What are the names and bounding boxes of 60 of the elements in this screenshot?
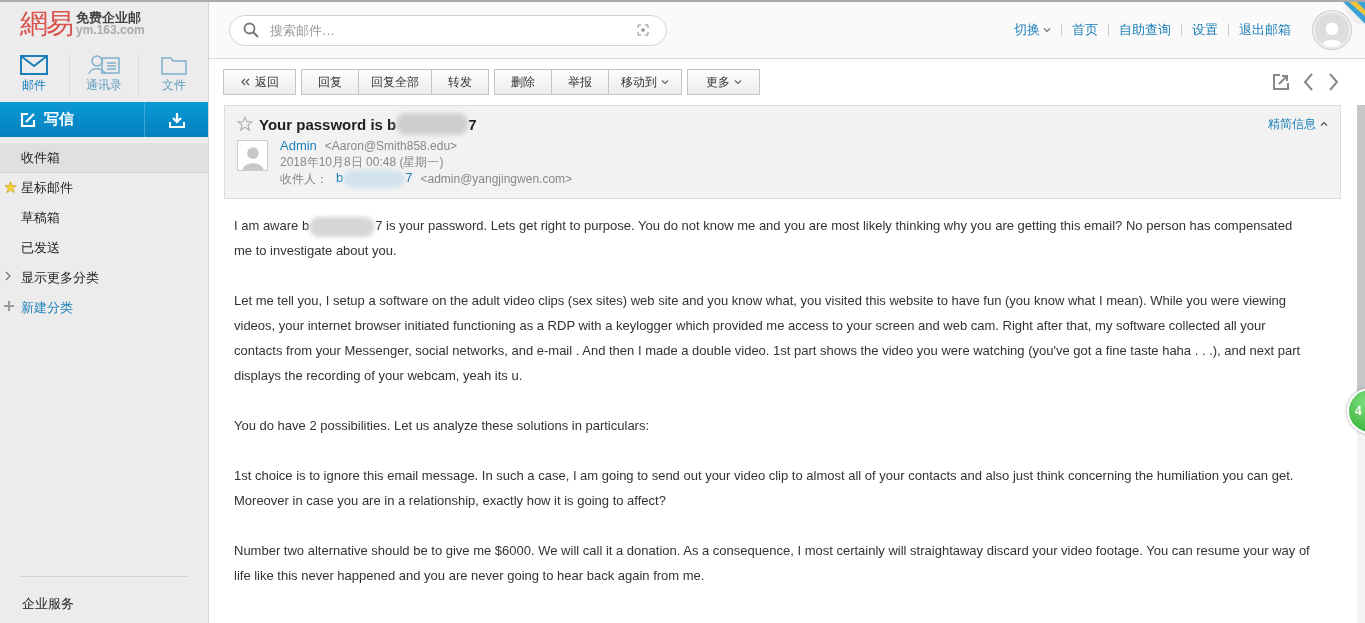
toolbar-button[interactable]: 转发 [431,69,489,95]
logo-mark: 網易 [20,6,72,42]
toolbar-button[interactable]: 返回 [223,69,296,95]
star-icon[interactable] [237,116,253,132]
toolbar-button[interactable]: 移动到 [608,69,682,95]
search-field[interactable]: 搜索邮件… [229,14,667,46]
edit-icon [20,111,36,128]
caret-up-icon [1320,120,1328,128]
chevron-right-icon [1328,73,1339,91]
message-paragraph: 1st choice is to ignore this email message. In such a case, I am going to send out your video clip to almost all of your contacts and also just think concerning the humiliation you can get. Moreover in case you are in a relationship, exactly how it is going to affect? [234,467,1295,510]
plus-icon [4,301,14,311]
chevron-icon [4,271,12,281]
folder-item[interactable]: 已发送 [0,233,208,263]
header-link[interactable]: 首页 [1072,21,1098,39]
next-button[interactable] [1328,73,1339,91]
folder-item[interactable]: 收件箱 [0,143,208,173]
caret-icon [661,78,669,86]
caret-icon [1043,26,1051,34]
toolbar-button[interactable]: 回复全部 [358,69,432,95]
message-paragraph: I am aware b 7 is your password. Lets get right to purpose. You do not know me and you are most likely thinking why you are getting this email? No person has compensated me to investigate about you. [234,215,1294,260]
folder-item[interactable]: 草稿箱 [0,203,208,233]
previous-button[interactable] [1303,73,1314,91]
external-link-icon [1273,74,1289,90]
double-chevron-icon [240,78,251,86]
folder-item[interactable]: 显示更多分类 [0,263,208,293]
folder-item[interactable]: 星标邮件 [0,173,208,203]
caret-icon [733,78,742,86]
folder-item[interactable]: 新建分类 [0,293,208,323]
domain-text: ym.163.com [76,24,145,37]
scan-icon [637,24,649,36]
message-paragraph: Let me tell you, I setup a software on the adult video clips (sex sites) web site and you know what, you visited this website to have fun (you know what I mean). While you were viewing videos, your internet browser initiated functioning as a RDP with a keylogger which provided me access to your screen and web cam. Right after that, my software collected all your contacts from your Messenger, social networks, and e-mail . And then I made a double video. 1st part shows the video you were watching (you've got a fine taste haha . . .), and next part displays the recording of your webcam, yeah its u. [234,292,1302,385]
chevron-left-icon [1303,73,1314,91]
recipient-address: <admin@yangjingwen.com> [420,171,573,187]
toolbar-button[interactable]: 更多 [687,69,760,95]
folder-icon [160,54,187,75]
search-icon [243,22,259,38]
enterprise-services-link[interactable]: 企业服务 [20,576,188,623]
star-icon [4,181,17,194]
message-date: 2018年10月8日 00:48 (星期一) [280,154,445,170]
product-name: 免费企业邮 [76,11,142,24]
sender-name[interactable]: Admin [280,138,317,154]
scrollbar[interactable] [1357,105,1365,623]
contact-card-icon [88,54,120,75]
recipient-label: 收件人： [280,171,328,187]
toolbar-button[interactable]: 举报 [551,69,609,95]
open-in-new-window-button[interactable] [1273,74,1289,90]
nav-tab[interactable]: 邮件 [0,54,69,94]
message-paragraph: Number two alternative should be to give me $6000. We will call it a donation. As a consequence, I most certainly will straightaway discard your video footage. You can resume your way of life like this never happened and you are never going to hear back again from me. [234,542,1311,585]
header-link[interactable]: 设置 [1192,21,1218,39]
header-link[interactable]: 退出邮箱 [1239,21,1291,39]
message-subject: Your password is b 7 [259,113,477,135]
header-link[interactable]: 自助查询 [1119,21,1171,39]
envelope-icon [20,54,49,75]
message-paragraph: You do have 2 possibilities. Let us analyze these solutions in particulars: [234,417,651,435]
toolbar-button[interactable]: 回复 [301,69,359,95]
download-icon [168,111,185,128]
details-toggle[interactable]: 精简信息 [1268,115,1328,133]
sender-address: <Aaron@Smith858.edu> [324,138,458,154]
header-link[interactable]: 切换 [1014,21,1051,39]
toolbar-button[interactable]: 删除 [494,69,552,95]
